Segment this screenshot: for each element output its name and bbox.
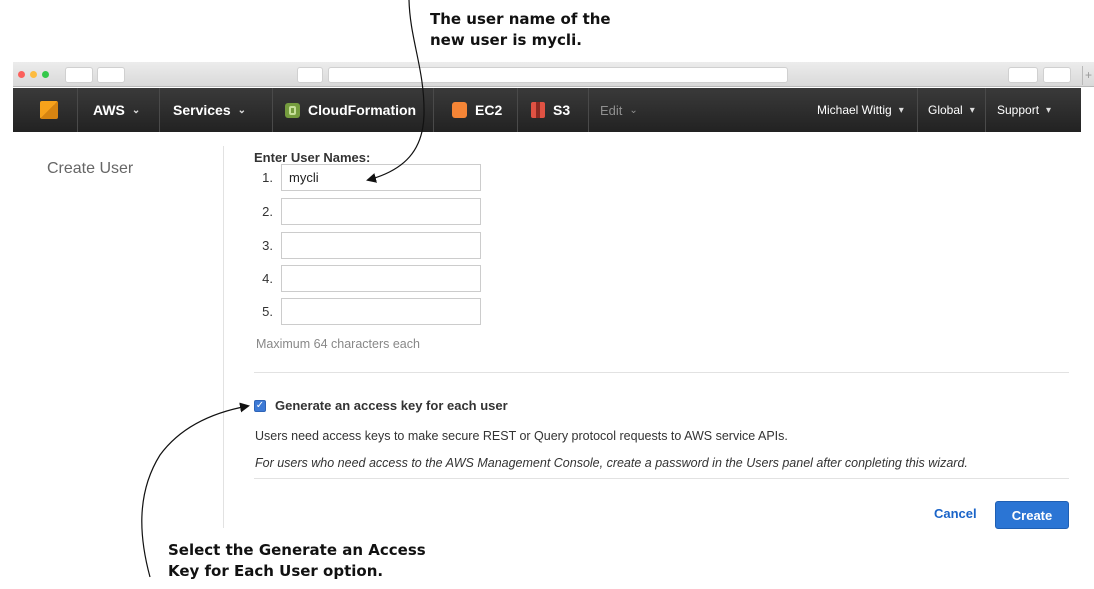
top-callout-line2: new user is mycli. xyxy=(430,31,582,49)
aws-menu[interactable]: AWS ⌄ xyxy=(93,88,140,132)
address-bar[interactable] xyxy=(328,67,788,83)
user-name-row: 2. xyxy=(254,197,481,225)
user-row-number: 5. xyxy=(262,303,273,319)
nav-divider xyxy=(588,88,589,132)
access-key-label[interactable]: Generate an access key for each user xyxy=(275,398,508,413)
user-name-row: 3. xyxy=(254,231,481,259)
top-callout: The user name of the new user is mycli. xyxy=(430,9,660,51)
user-row-number: 1. xyxy=(262,169,273,185)
nav-divider xyxy=(985,88,986,132)
s3-icon xyxy=(531,102,545,118)
access-key-option[interactable]: ✓ Generate an access key for each user xyxy=(254,398,508,413)
user-name-input-1[interactable] xyxy=(281,163,481,191)
bottom-callout: Select the Generate an Access Key for Ea… xyxy=(168,540,468,582)
aws-navbar: AWS ⌄ Services ⌄ CloudFormation EC2 S3 E… xyxy=(13,88,1081,132)
edit-menu[interactable]: Edit ⌄ xyxy=(600,88,638,132)
section-divider xyxy=(254,372,1069,373)
access-key-checkbox[interactable]: ✓ xyxy=(254,399,266,412)
content-divider xyxy=(223,146,224,528)
services-menu-label: Services xyxy=(173,102,231,118)
cancel-button[interactable]: Cancel xyxy=(934,506,977,521)
account-menu[interactable]: Michael Wittig ▾ xyxy=(817,88,904,132)
ec2-label: EC2 xyxy=(475,102,503,118)
ec2-icon xyxy=(452,102,467,118)
maximize-window-icon[interactable] xyxy=(42,71,49,78)
caret-down-icon: ▾ xyxy=(969,104,975,116)
user-name-input-5[interactable] xyxy=(281,297,481,325)
tabs-button[interactable] xyxy=(1043,67,1071,83)
reader-button[interactable] xyxy=(297,67,323,83)
max-length-hint: Maximum 64 characters each xyxy=(256,337,420,351)
console-access-note: For users who need access to the AWS Man… xyxy=(255,456,968,470)
chevron-down-icon: ⌄ xyxy=(629,104,638,116)
edit-menu-label: Edit xyxy=(600,102,623,118)
user-row-number: 4. xyxy=(262,270,273,286)
section-divider xyxy=(254,478,1069,479)
s3-shortcut[interactable]: S3 xyxy=(531,88,570,132)
region-menu-label: Global xyxy=(928,103,963,117)
create-button[interactable]: Create xyxy=(995,501,1069,529)
caret-down-icon: ▾ xyxy=(1046,104,1052,116)
minimize-window-icon[interactable] xyxy=(30,71,37,78)
aws-cube-icon xyxy=(40,101,58,119)
user-name-input-2[interactable] xyxy=(281,197,481,225)
aws-menu-label: AWS xyxy=(93,102,125,118)
forward-button[interactable] xyxy=(97,67,125,83)
close-window-icon[interactable] xyxy=(18,71,25,78)
cloudformation-icon xyxy=(285,102,300,118)
region-menu[interactable]: Global ▾ xyxy=(928,88,975,132)
nav-divider xyxy=(517,88,518,132)
aws-logo[interactable] xyxy=(40,88,58,132)
browser-toolbar: + xyxy=(13,62,1094,87)
bottom-callout-line1: Select the Generate an Access xyxy=(168,541,426,559)
ec2-shortcut[interactable]: EC2 xyxy=(452,88,502,132)
new-tab-button[interactable]: + xyxy=(1082,66,1094,85)
user-name-row: 1. xyxy=(254,163,481,191)
user-name-input-3[interactable] xyxy=(281,231,481,259)
nav-divider xyxy=(272,88,273,132)
support-menu[interactable]: Support ▾ xyxy=(997,88,1051,132)
chevron-down-icon: ⌄ xyxy=(237,104,246,116)
user-name-row: 4. xyxy=(254,264,481,292)
user-row-number: 2. xyxy=(262,203,273,219)
user-name-input-4[interactable] xyxy=(281,264,481,292)
top-callout-line1: The user name of the xyxy=(430,10,611,28)
cloudformation-label: CloudFormation xyxy=(308,102,417,118)
nav-divider xyxy=(433,88,434,132)
user-row-number: 3. xyxy=(262,237,273,253)
support-menu-label: Support xyxy=(997,103,1040,117)
nav-divider xyxy=(917,88,918,132)
s3-label: S3 xyxy=(553,102,571,118)
cloudformation-shortcut[interactable]: CloudFormation xyxy=(285,88,416,132)
page-title: Create User xyxy=(47,160,134,177)
caret-down-icon: ▾ xyxy=(898,104,904,116)
nav-divider xyxy=(77,88,78,132)
user-name-row: 5. xyxy=(254,297,481,325)
access-key-description: Users need access keys to make secure RE… xyxy=(255,429,788,443)
share-button[interactable] xyxy=(1008,67,1038,83)
services-menu[interactable]: Services ⌄ xyxy=(173,88,246,132)
back-button[interactable] xyxy=(65,67,93,83)
chevron-down-icon: ⌄ xyxy=(131,104,141,116)
nav-divider xyxy=(159,88,160,132)
account-menu-label: Michael Wittig xyxy=(817,103,892,117)
bottom-callout-line2: Key for Each User option. xyxy=(168,562,384,580)
